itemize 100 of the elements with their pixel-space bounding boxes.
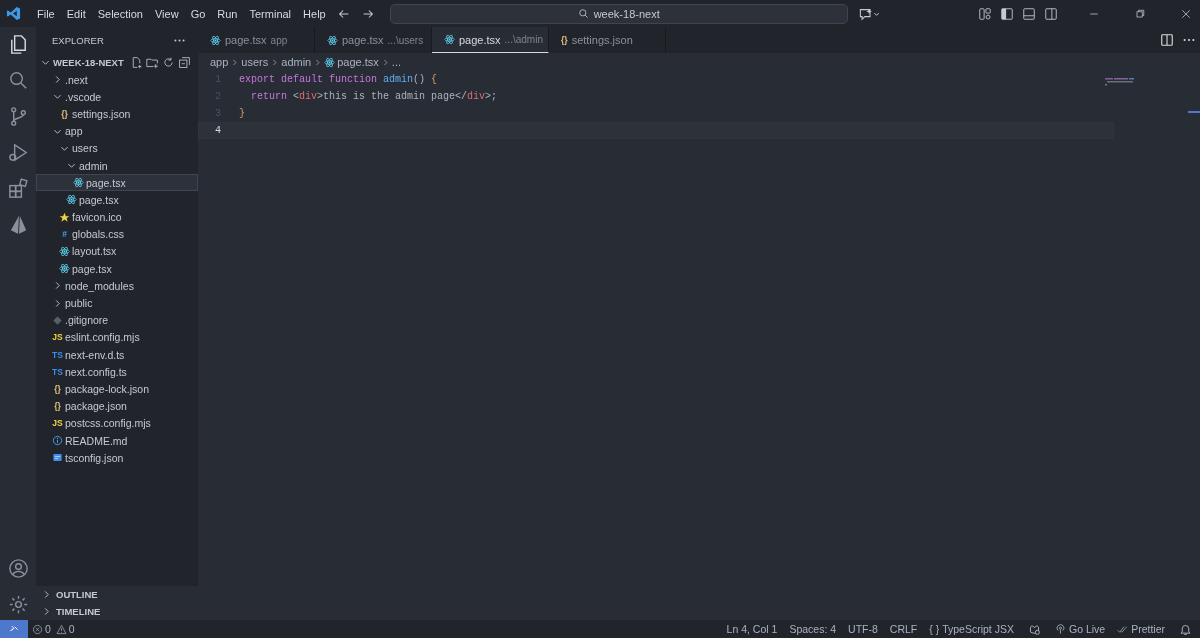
file-tree-row[interactable]: {} package-lock.json	[36, 380, 198, 398]
atom-icon	[324, 56, 336, 68]
double-check-icon	[1117, 623, 1129, 635]
file-type-icon: {}	[54, 401, 61, 412]
config-file-icon	[52, 452, 63, 464]
file-tree-row[interactable]: page.tsx	[36, 260, 198, 278]
atom-icon	[59, 263, 70, 275]
bell-icon[interactable]	[1179, 622, 1192, 636]
file-tree-row[interactable]: favicon.ico	[36, 208, 198, 226]
info-icon	[52, 435, 63, 447]
file-tree-row[interactable]: page.tsx	[36, 174, 198, 192]
file-type-icon: {}	[54, 383, 61, 394]
code-line: export default function admin() {	[239, 74, 438, 85]
panel-title: EXPLORER	[52, 34, 104, 46]
folder-tree-row[interactable]: users	[36, 139, 198, 157]
file-tree-row[interactable]: # globals.css	[36, 225, 198, 243]
file-type-icon: TS	[52, 366, 63, 377]
file-tree-row[interactable]: JS eslint.config.mjs	[36, 328, 198, 346]
breadcrumb-item[interactable]: page.tsx	[337, 56, 379, 68]
warning-icon[interactable]	[55, 623, 67, 635]
menu-item[interactable]: Run	[211, 7, 244, 20]
file-type-icon: {}	[61, 108, 68, 119]
code-line: }	[239, 108, 245, 119]
braces-icon: { }	[929, 623, 940, 635]
language-mode[interactable]: TypeScript JSX	[942, 623, 1014, 635]
sparkle-chat-icon[interactable]	[857, 6, 882, 21]
file-tree-row[interactable]: README.md	[36, 431, 198, 450]
error-icon[interactable]	[32, 623, 43, 635]
atom-icon	[327, 34, 338, 46]
file-type-icon: JS	[52, 418, 63, 429]
run-debug-icon[interactable]	[6, 141, 30, 164]
copilot-icon[interactable]	[1027, 622, 1041, 636]
status-item[interactable]: Ln 4, Col 1	[726, 623, 778, 635]
extensions-icon[interactable]	[6, 177, 30, 200]
menu-item[interactable]: Terminal	[243, 7, 298, 20]
broadcast-icon	[1054, 623, 1066, 635]
breadcrumb-item[interactable]: users	[241, 56, 269, 68]
chevron-right-icon	[230, 57, 240, 67]
menu-item[interactable]: Edit	[60, 7, 92, 20]
star-icon	[59, 211, 70, 223]
status-item[interactable]: Spaces: 4	[789, 623, 837, 635]
folder-tree-row[interactable]: node_modules	[36, 277, 198, 295]
split-toggle-icon[interactable]	[1044, 6, 1058, 21]
layout-icon[interactable]	[978, 6, 992, 21]
file-tree-row[interactable]: TS next-env.d.ts	[36, 346, 198, 364]
breadcrumb-item[interactable]: admin	[281, 56, 312, 68]
section-header[interactable]: OUTLINE	[36, 586, 198, 603]
collapse-all-icon[interactable]	[177, 55, 191, 69]
split-editor-icon[interactable]	[1160, 33, 1174, 47]
sidebar-toggle-icon[interactable]	[1000, 6, 1014, 21]
restore-icon[interactable]	[1134, 7, 1146, 20]
menu-item[interactable]: View	[148, 7, 185, 20]
warning-count[interactable]: 0	[68, 623, 75, 635]
folder-tree-row[interactable]: public	[36, 294, 198, 312]
menu-item[interactable]: File	[31, 7, 61, 20]
file-type-icon: TS	[52, 349, 63, 360]
atom-icon	[66, 194, 77, 206]
breadcrumb-item[interactable]: ...	[391, 56, 401, 68]
go-live-button[interactable]: Go Live	[1054, 623, 1106, 635]
breadcrumb-item[interactable]: app	[210, 56, 229, 68]
file-tree-row[interactable]: layout.tsx	[36, 242, 198, 261]
file-tree-row[interactable]: {} package.json	[36, 397, 198, 415]
folder-tree-row[interactable]: app	[36, 122, 198, 140]
atom-icon	[59, 245, 70, 257]
section-header[interactable]: TIMELINE	[36, 603, 198, 620]
editor-tab[interactable]: page.tsx app	[198, 27, 315, 53]
chevron-right-icon	[313, 57, 323, 67]
file-tree-row[interactable]: page.tsx	[36, 191, 198, 209]
workspace-title[interactable]: WEEK-18-NEXT	[53, 56, 124, 68]
folder-tree-row[interactable]: .next	[36, 71, 198, 89]
refresh-icon[interactable]	[161, 55, 175, 69]
file-tree-row[interactable]: JS postcss.config.mjs	[36, 414, 198, 432]
close-icon[interactable]	[1180, 7, 1192, 20]
file-type-icon: {}	[561, 35, 568, 45]
search-icon	[577, 8, 589, 19]
file-tree-row[interactable]: tsconfig.json	[36, 449, 198, 467]
file-tree-row[interactable]: {} settings.json	[36, 105, 198, 123]
line-number: 4	[214, 125, 221, 136]
chevron-right-icon	[270, 57, 280, 67]
file-tree-row[interactable]: .gitignore	[36, 311, 198, 329]
file-tree-row[interactable]: TS next.config.ts	[36, 363, 198, 381]
editor-tab[interactable]: page.tsx ...\admin	[432, 27, 549, 53]
status-item[interactable]: CRLF	[889, 623, 918, 635]
folder-tree-row[interactable]: admin	[36, 156, 198, 175]
status-item[interactable]: UTF-8	[848, 623, 878, 635]
menu-item[interactable]: Go	[184, 7, 212, 20]
atom-icon	[73, 177, 84, 189]
editor-tab[interactable]: {} settings.json	[549, 27, 666, 53]
menu-item[interactable]: Selection	[91, 7, 149, 20]
prettier-button[interactable]: Prettier	[1117, 623, 1165, 635]
error-count[interactable]: 0	[45, 623, 51, 635]
account-icon[interactable]	[6, 557, 30, 580]
panel-toggle-icon[interactable]	[1022, 6, 1036, 21]
file-type-icon: #	[62, 229, 67, 240]
search-field[interactable]: week-18-next	[389, 3, 848, 24]
atom-icon	[210, 34, 221, 46]
menu-item[interactable]: Help	[297, 7, 332, 20]
atom-icon	[444, 34, 455, 45]
file-type-icon: JS	[52, 332, 63, 343]
folder-tree-row[interactable]: .vscode	[36, 88, 198, 106]
